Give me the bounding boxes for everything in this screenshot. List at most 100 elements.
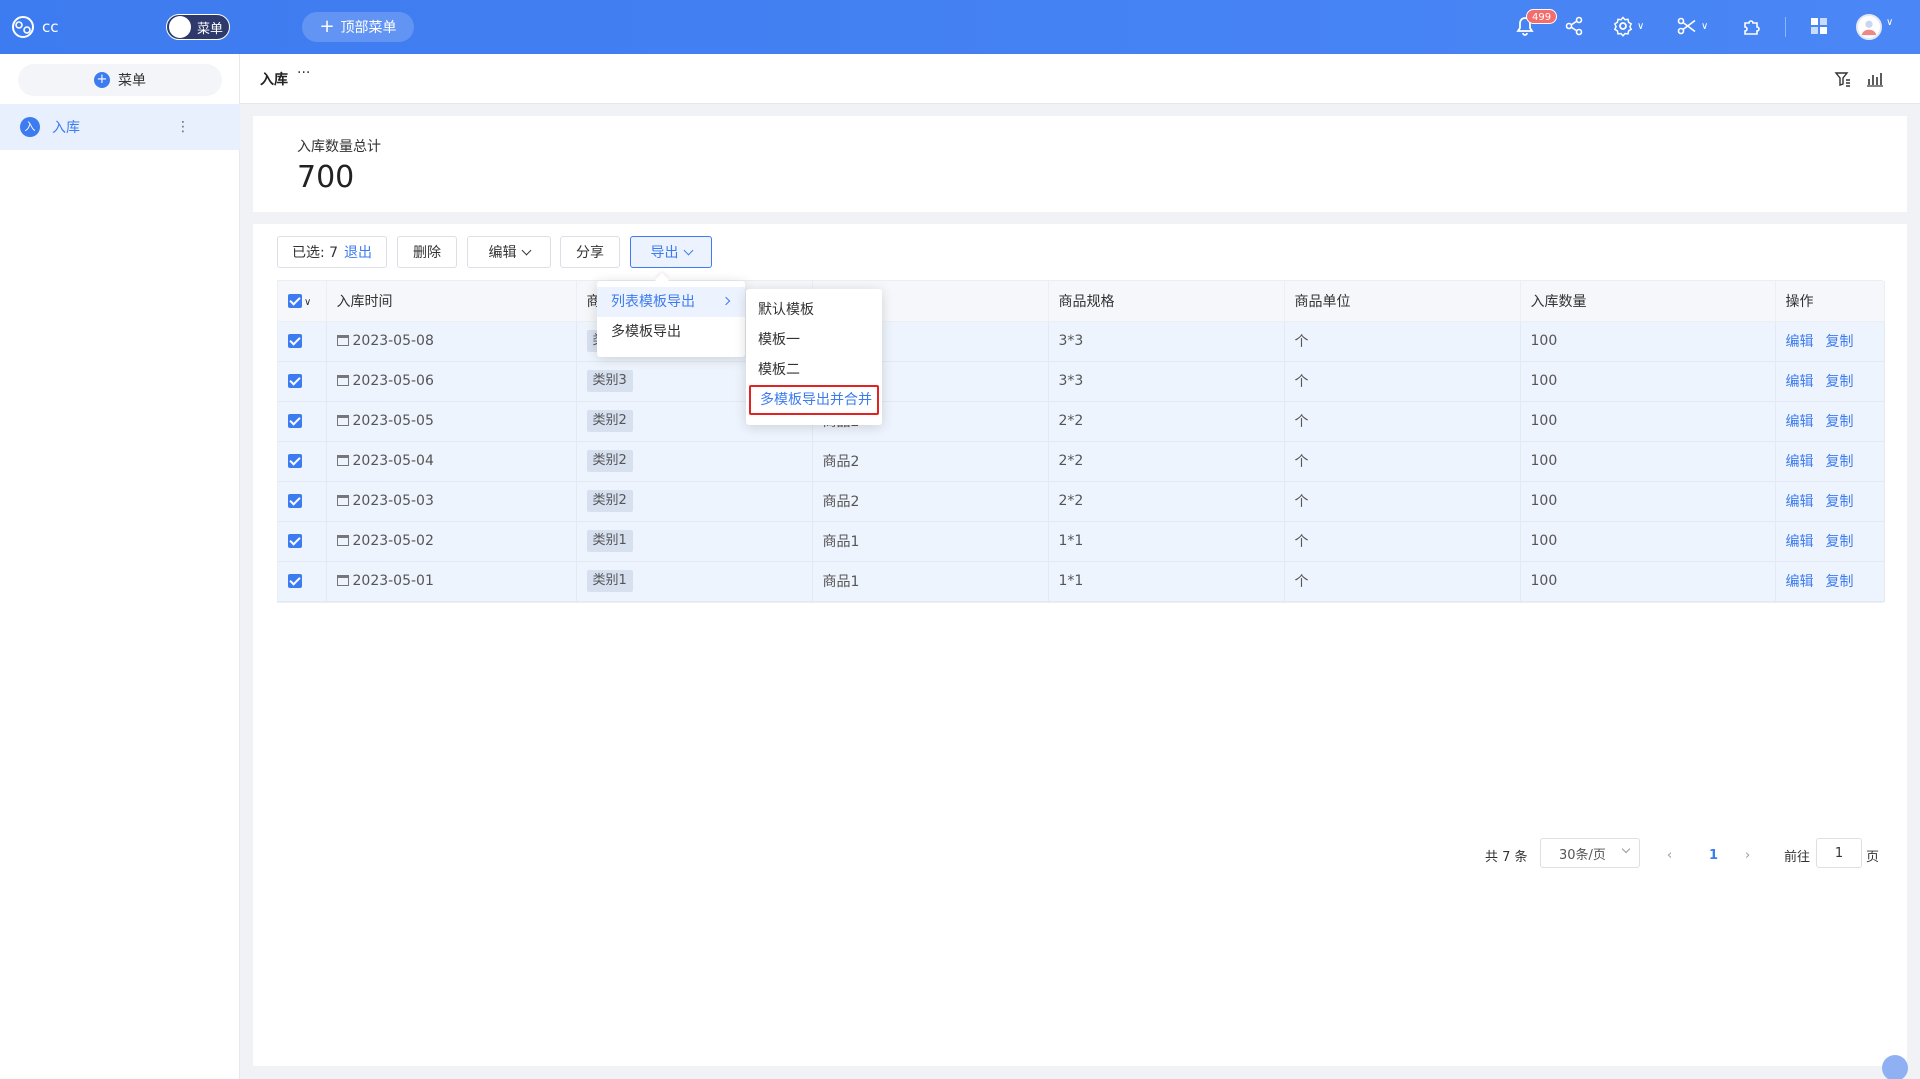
select-all-cell[interactable]: ∨ xyxy=(278,281,327,322)
share-label: 分享 xyxy=(576,245,604,261)
cell-date: 2023-05-01 xyxy=(326,561,577,602)
submenu-item-multi-merge-export[interactable]: 多模板导出并合并 xyxy=(749,385,879,415)
row-select-cell[interactable] xyxy=(278,401,327,442)
row-copy-link[interactable]: 复制 xyxy=(1826,574,1854,590)
column-header-date[interactable]: 入库时间 xyxy=(326,281,577,322)
column-header-spec[interactable]: 商品规格 xyxy=(1048,281,1285,322)
current-page[interactable]: 1 xyxy=(1709,840,1718,870)
row-copy-link[interactable]: 复制 xyxy=(1826,494,1854,510)
goto-page-input[interactable]: 1 xyxy=(1816,838,1862,868)
menu-item-list-template-export[interactable]: 列表模板导出 xyxy=(597,287,745,317)
row-edit-link[interactable]: 编辑 xyxy=(1786,574,1814,590)
row-checkbox[interactable] xyxy=(288,334,302,348)
row-select-cell[interactable] xyxy=(278,561,327,602)
next-page-button[interactable]: › xyxy=(1745,840,1750,870)
table-row[interactable]: 2023-05-04 类别2 商品2 2*2 个 100 编辑 复制 xyxy=(278,441,1885,482)
table-row[interactable]: 2023-05-05类别2商品22*2个100编辑复制 xyxy=(278,401,1885,442)
help-bubble-button[interactable] xyxy=(1882,1055,1908,1079)
cell-actions: 编辑 复制 xyxy=(1775,401,1885,442)
page-more-button[interactable]: ··· xyxy=(297,65,310,81)
row-checkbox[interactable] xyxy=(288,414,302,428)
row-copy-link[interactable]: 复制 xyxy=(1826,534,1854,550)
row-edit-link[interactable]: 编辑 xyxy=(1786,494,1814,510)
submenu-item-template-two[interactable]: 模板二 xyxy=(746,355,882,385)
select-all-checkbox[interactable] xyxy=(288,293,302,308)
chevron-down-icon[interactable]: ∨ xyxy=(304,297,311,308)
row-checkbox[interactable] xyxy=(288,374,302,388)
apps-button[interactable] xyxy=(1808,15,1830,37)
filter-icon xyxy=(1834,72,1850,87)
sidebar-item-inbound[interactable]: 入 入库 ⋮ xyxy=(0,104,240,150)
table-row[interactable]: 2023-05-02 类别1 商品1 1*1 个 100 编辑 复制 xyxy=(278,521,1885,562)
table-row[interactable]: 2023-05-01 类别1 商品1 1*1 个 100 编辑 复制 xyxy=(278,561,1885,602)
app-logo[interactable]: cc xyxy=(10,14,59,40)
calendar-icon xyxy=(336,535,349,546)
filter-button[interactable] xyxy=(1834,70,1852,92)
row-checkbox[interactable] xyxy=(288,454,302,468)
page-size-select[interactable]: 30条/页 xyxy=(1540,838,1640,868)
toggle-label: 菜单 xyxy=(197,21,224,37)
row-checkbox[interactable] xyxy=(288,494,302,508)
row-edit-link[interactable]: 编辑 xyxy=(1786,374,1814,390)
submenu-item-default-template[interactable]: 默认模板 xyxy=(746,295,882,325)
row-select-cell[interactable] xyxy=(278,481,327,522)
row-select-cell[interactable] xyxy=(278,441,327,482)
settings-button[interactable]: ∨ xyxy=(1612,15,1644,37)
edit-dropdown-button[interactable]: 编辑 xyxy=(467,236,551,268)
cell-date: 2023-05-06 xyxy=(326,361,577,402)
row-copy-link[interactable]: 复制 xyxy=(1826,454,1854,470)
column-header-unit[interactable]: 商品单位 xyxy=(1284,281,1521,322)
top-menu-button[interactable]: + 顶部菜单 xyxy=(302,12,414,42)
row-edit-link[interactable]: 编辑 xyxy=(1786,414,1814,430)
menu-item-multi-template-export[interactable]: 多模板导出 xyxy=(597,317,745,347)
plugin-button[interactable] xyxy=(1741,15,1763,37)
row-select-cell[interactable] xyxy=(278,321,327,362)
cell-spec: 3*3 xyxy=(1048,321,1285,362)
row-checkbox[interactable] xyxy=(288,574,302,588)
menu-toggle[interactable]: 菜单 xyxy=(166,14,230,40)
notification-button[interactable]: 499 xyxy=(1514,9,1558,37)
delete-label: 删除 xyxy=(413,245,441,261)
cell-name: 商品2 xyxy=(812,481,1049,522)
gear-icon xyxy=(1613,16,1633,37)
row-copy-link[interactable]: 复制 xyxy=(1826,414,1854,430)
table-row[interactable]: 2023-05-08类别3商品33*3个100编辑复制 xyxy=(278,321,1885,362)
row-select-cell[interactable] xyxy=(278,361,327,402)
row-copy-link[interactable]: 复制 xyxy=(1826,334,1854,350)
row-edit-link[interactable]: 编辑 xyxy=(1786,334,1814,350)
more-vertical-icon[interactable]: ⋮ xyxy=(176,119,190,135)
table-row[interactable]: 2023-05-06类别3商品33*3个100编辑复制 xyxy=(278,361,1885,402)
export-dropdown-button[interactable]: 导出 xyxy=(630,236,712,268)
table-row[interactable]: 2023-05-03 类别2 商品2 2*2 个 100 编辑 复制 xyxy=(278,481,1885,522)
avatar-chevron-down-icon[interactable]: ∨ xyxy=(1886,17,1893,28)
date-text: 2023-05-03 xyxy=(352,493,434,509)
row-checkbox[interactable] xyxy=(288,534,302,548)
add-menu-button[interactable]: + 菜单 xyxy=(18,64,222,96)
row-edit-link[interactable]: 编辑 xyxy=(1786,454,1814,470)
cell-date: 2023-05-02 xyxy=(326,521,577,562)
avatar-icon xyxy=(1861,20,1877,36)
prev-page-button[interactable]: ‹ xyxy=(1667,840,1672,870)
category-tag: 类别1 xyxy=(586,570,633,592)
cell-qty: 100 xyxy=(1520,521,1776,562)
share-table-button[interactable]: 分享 xyxy=(560,236,620,268)
goto-prefix: 前往 xyxy=(1784,849,1811,865)
delete-button[interactable]: 删除 xyxy=(397,236,457,268)
row-select-cell[interactable] xyxy=(278,521,327,562)
submenu-item-template-one[interactable]: 模板一 xyxy=(746,325,882,355)
user-avatar[interactable] xyxy=(1856,14,1882,40)
table-header-row: ∨ 入库时间 商 商品名称 商品规格 商品单位 入库数量 操作 xyxy=(278,281,1885,322)
top-menu-label: 顶部菜单 xyxy=(340,20,397,36)
exit-selection-link[interactable]: 退出 xyxy=(344,242,372,262)
puzzle-icon xyxy=(1744,20,1760,35)
column-header-qty[interactable]: 入库数量 xyxy=(1520,281,1776,322)
row-edit-link[interactable]: 编辑 xyxy=(1786,534,1814,550)
cell-unit: 个 xyxy=(1284,521,1521,562)
share-button[interactable] xyxy=(1563,15,1585,37)
menu-item-label: 列表模板导出 xyxy=(611,294,695,310)
edit-label: 编辑 xyxy=(488,245,517,261)
cell-spec: 1*1 xyxy=(1048,521,1285,562)
row-copy-link[interactable]: 复制 xyxy=(1826,374,1854,390)
tools-button[interactable]: ∨ xyxy=(1676,15,1708,37)
chart-button[interactable] xyxy=(1866,70,1884,92)
